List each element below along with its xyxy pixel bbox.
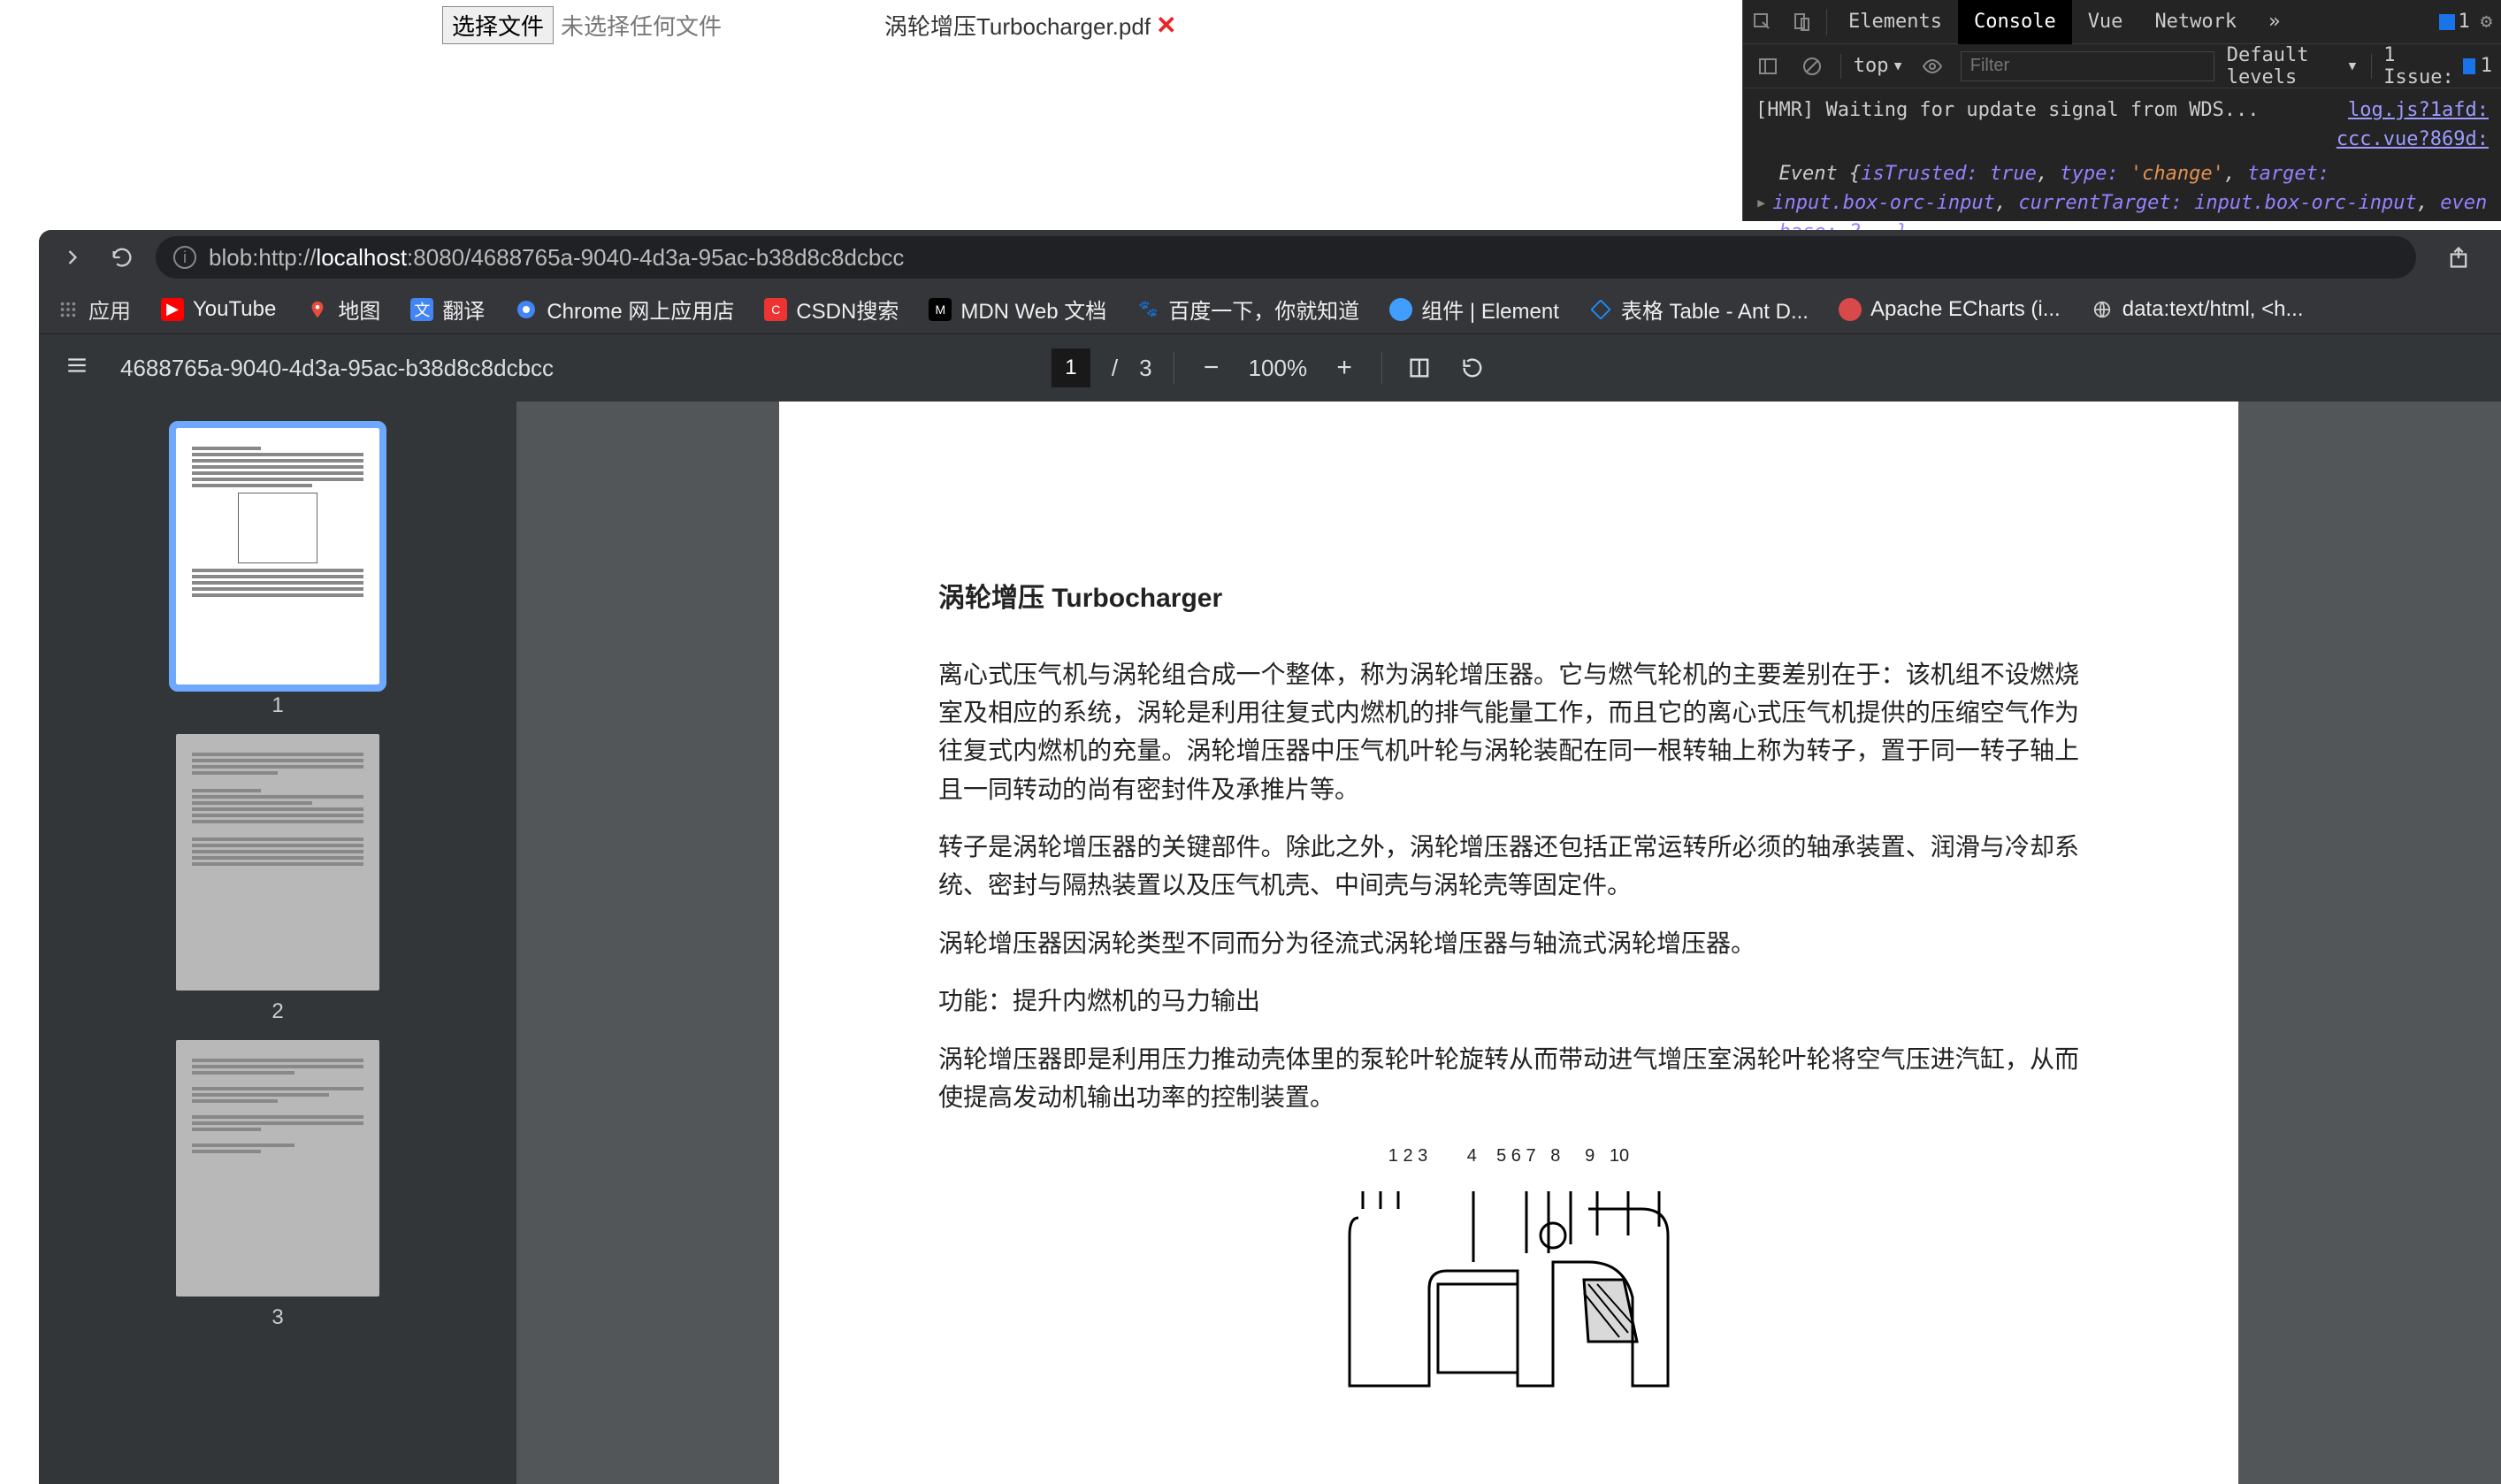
share-icon[interactable] xyxy=(2443,241,2474,273)
tab-vue[interactable]: Vue xyxy=(2072,0,2139,44)
chrome-icon xyxy=(515,298,538,321)
console-output: [HMR] Waiting for update signal from WDS… xyxy=(1743,88,2501,254)
error-count: 1 xyxy=(2459,11,2470,33)
diagram-labels: 1 2 3 4 5 6 7 8 9 10 xyxy=(938,1143,2079,1170)
tab-console[interactable]: Console xyxy=(1958,0,2072,44)
bookmark-element[interactable]: 组件 | Element xyxy=(1389,294,1559,325)
settings-icon[interactable]: ⚙ xyxy=(2481,11,2492,33)
thumb-label-2: 2 xyxy=(272,999,283,1024)
fit-page-icon[interactable] xyxy=(1403,352,1435,384)
console-source-link[interactable]: log.js?1afd: xyxy=(2348,96,2489,125)
thumbnail-3[interactable] xyxy=(176,1040,379,1297)
antd-icon xyxy=(1589,298,1612,321)
choose-file-button[interactable]: 选择文件 xyxy=(442,6,554,44)
page-total: 3 xyxy=(1139,355,1151,382)
eye-icon[interactable] xyxy=(1922,52,1943,80)
echarts-icon xyxy=(1839,298,1862,321)
thumbnail-2[interactable] xyxy=(176,734,379,991)
pdf-toolbar: 4688765a-9040-4d3a-95ac-b38d8c8dcbcc 1 /… xyxy=(39,334,2501,402)
forward-button[interactable] xyxy=(57,241,88,273)
uploaded-file-label: 涡轮增压Turbocharger.pdf ✕ xyxy=(884,0,1177,50)
zoom-in-button[interactable]: + xyxy=(1328,352,1360,384)
tab-elements[interactable]: Elements xyxy=(1832,0,1958,44)
apps-button[interactable]: 应用 xyxy=(57,294,131,325)
remove-file-icon[interactable]: ✕ xyxy=(1156,11,1176,40)
log-levels-selector[interactable]: Default levels ▾ xyxy=(2227,44,2359,88)
page-number-input[interactable]: 1 xyxy=(1052,348,1090,387)
doc-para-2: 转子是涡轮增压器的关键部件。除此之外，涡轮增压器还包括正常运转所必须的轴承装置、… xyxy=(938,828,2079,905)
url-text: blob:http://localhost:8080/4688765a-9040… xyxy=(209,244,904,272)
page-sep: / xyxy=(1112,355,1118,382)
bookmark-translate[interactable]: 文翻译 xyxy=(410,294,485,325)
pdf-body: 1 2 xyxy=(39,402,2501,1484)
bookmarks-bar: 应用 ▶YouTube 地图 文翻译 Chrome 网上应用店 CCSDN搜索 … xyxy=(39,285,2501,334)
site-info-icon[interactable]: i xyxy=(173,246,196,269)
bookmark-webstore[interactable]: Chrome 网上应用店 xyxy=(515,294,734,325)
browser-window: i blob:http://localhost:8080/4688765a-90… xyxy=(39,230,2501,1484)
browser-nav-bar: i blob:http://localhost:8080/4688765a-90… xyxy=(39,230,2501,285)
sidebar-toggle-icon[interactable] xyxy=(1757,52,1778,80)
rotate-icon[interactable] xyxy=(1457,352,1488,384)
tab-network[interactable]: Network xyxy=(2138,0,2252,44)
baidu-icon: 🐾 xyxy=(1136,298,1159,321)
uploaded-file-name: 涡轮增压Turbocharger.pdf xyxy=(884,9,1151,42)
youtube-icon: ▶ xyxy=(161,298,184,321)
doc-heading: 涡轮增压 Turbocharger xyxy=(938,578,2079,620)
reload-button[interactable] xyxy=(106,241,138,273)
console-message: [HMR] Waiting for update signal from WDS… xyxy=(1755,96,2260,125)
bookmark-echarts[interactable]: Apache ECharts (i... xyxy=(1839,297,2061,322)
doc-para-1: 离心式压气机与涡轮组合成一个整体，称为涡轮增压器。它与燃气轮机的主要差别在于：该… xyxy=(938,655,2079,809)
pdf-menu-icon[interactable] xyxy=(65,354,94,383)
address-bar[interactable]: i blob:http://localhost:8080/4688765a-90… xyxy=(156,236,2416,279)
bookmark-mdn[interactable]: MMDN Web 文档 xyxy=(929,294,1106,325)
pdf-page-1: 涡轮增压 Turbocharger 离心式压气机与涡轮组合成一个整体，称为涡轮增… xyxy=(779,402,2238,1484)
console-toolbar: top ▾ Default levels ▾ 1 Issue: 1 xyxy=(1743,44,2501,88)
doc-para-3: 涡轮增压器因涡轮类型不同而分为径流式涡轮增压器与轴流式涡轮增压器。 xyxy=(938,924,2079,962)
thumb-label-1: 1 xyxy=(272,693,283,718)
pdf-canvas[interactable]: 涡轮增压 Turbocharger 离心式压气机与涡轮组合成一个整体，称为涡轮增… xyxy=(516,402,2501,1484)
apps-icon xyxy=(57,298,80,321)
devtools-tabs: Elements Console Vue Network » 1 ⚙ xyxy=(1743,0,2501,44)
turbocharger-diagram: 1 2 3 4 5 6 7 8 9 10 xyxy=(938,1143,2079,1432)
console-source-link-2[interactable]: ccc.vue?869d: xyxy=(2337,125,2489,154)
thumb-label-3: 3 xyxy=(272,1305,283,1330)
issues-indicator[interactable]: 1 Issue: 1 xyxy=(2383,44,2492,88)
context-selector[interactable]: top ▾ xyxy=(1854,55,1904,77)
error-indicator[interactable]: 1 xyxy=(2439,11,2470,33)
file-upload-area: 选择文件 未选择任何文件 xyxy=(0,0,759,50)
thumbnail-sidebar: 1 2 xyxy=(39,402,516,1484)
device-icon[interactable] xyxy=(1787,8,1816,36)
inspect-icon[interactable] xyxy=(1748,8,1777,36)
bookmark-antd[interactable]: 表格 Table - Ant D... xyxy=(1589,294,1809,325)
bookmark-youtube[interactable]: ▶YouTube xyxy=(161,297,276,322)
element-icon xyxy=(1389,298,1412,321)
maps-icon xyxy=(306,298,329,321)
thumbnail-1[interactable] xyxy=(176,428,379,685)
doc-para-5: 涡轮增压器即是利用压力推动壳体里的泵轮叶轮旋转从而带动进气增压室涡轮叶轮将空气压… xyxy=(938,1040,2079,1117)
doc-para-4: 功能：提升内燃机的马力输出 xyxy=(938,982,2079,1020)
console-filter-input[interactable] xyxy=(1961,51,2214,81)
translate-icon: 文 xyxy=(410,298,433,321)
devtools-panel: Elements Console Vue Network » 1 ⚙ top ▾… xyxy=(1742,0,2501,221)
pdf-title: 4688765a-9040-4d3a-95ac-b38d8c8dcbcc xyxy=(120,355,554,382)
globe-icon xyxy=(2091,298,2114,321)
bookmark-csdn[interactable]: CCSDN搜索 xyxy=(764,294,899,325)
bookmark-datahtml[interactable]: data:text/html, <h... xyxy=(2091,297,2304,322)
bookmark-baidu[interactable]: 🐾百度一下，你就知道 xyxy=(1136,294,1359,325)
csdn-icon: C xyxy=(764,298,787,321)
zoom-level: 100% xyxy=(1249,355,1308,382)
mdn-icon: M xyxy=(929,298,952,321)
clear-console-icon[interactable] xyxy=(1801,52,1823,80)
bookmark-maps[interactable]: 地图 xyxy=(306,294,380,325)
no-file-label: 未选择任何文件 xyxy=(561,9,722,42)
tab-more[interactable]: » xyxy=(2252,0,2296,44)
zoom-out-button[interactable]: − xyxy=(1196,352,1228,384)
